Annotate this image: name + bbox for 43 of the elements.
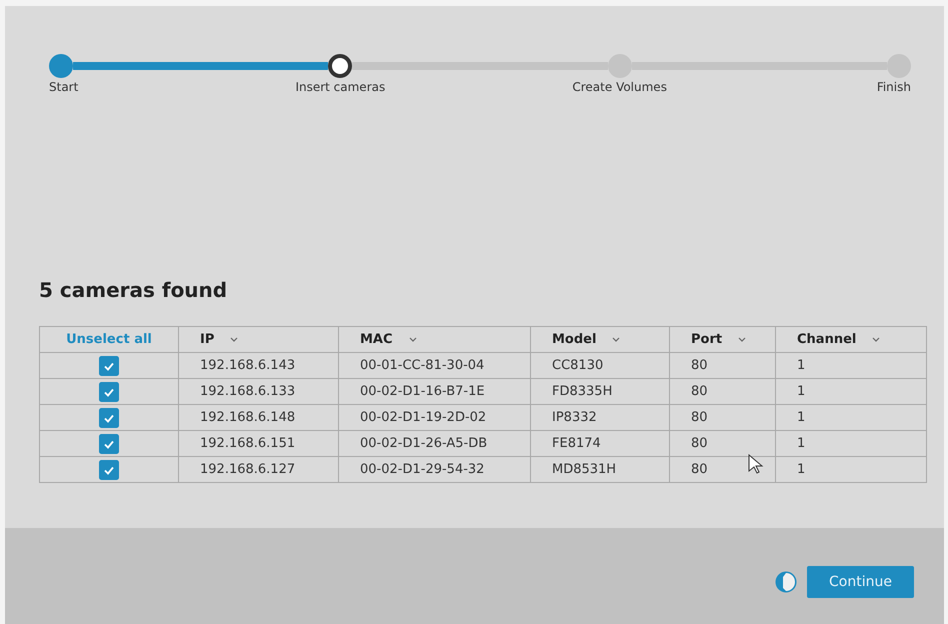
chevron-down-icon — [872, 337, 880, 342]
table-cell: 192.168.6.143 — [178, 352, 338, 378]
row-checkbox[interactable] — [99, 460, 119, 480]
table-cell: 00-02-D1-19-2D-02 — [338, 404, 530, 430]
table-cell: FD8335H — [530, 378, 670, 404]
table-cell: 80 — [670, 430, 776, 456]
table-cell: 00-01-CC-81-30-04 — [338, 352, 530, 378]
table-cell: MD8531H — [530, 456, 670, 482]
chevron-down-icon — [738, 337, 746, 342]
step-label: Create Volumes — [572, 80, 667, 94]
table-cell: 192.168.6.133 — [178, 378, 338, 404]
row-checkbox[interactable] — [99, 408, 119, 428]
row-checkbox[interactable] — [99, 434, 119, 454]
column-header[interactable]: MAC — [360, 332, 417, 347]
table-cell: 80 — [670, 352, 776, 378]
table-cell: 192.168.6.148 — [178, 404, 338, 430]
step-label: Finish — [876, 80, 911, 94]
table-cell: CC8130 — [530, 352, 670, 378]
result-heading: 5 cameras found — [39, 278, 228, 302]
table-cell: 00-02-D1-26-A5-DB — [338, 430, 530, 456]
table-cell: 192.168.6.151 — [178, 430, 338, 456]
mouse-pointer-icon — [748, 454, 764, 474]
table-cell: 80 — [670, 404, 776, 430]
loading-icon — [775, 571, 797, 593]
row-checkbox[interactable] — [99, 356, 119, 376]
row-checkbox[interactable] — [99, 382, 119, 402]
table-cell: 00-02-D1-29-54-32 — [338, 456, 530, 482]
table-cell: IP8332 — [530, 404, 670, 430]
table-cell: 192.168.6.127 — [178, 456, 338, 482]
table-cell: 00-02-D1-16-B7-1E — [338, 378, 530, 404]
table-cell: 1 — [776, 378, 926, 404]
step-label: Insert cameras — [295, 80, 386, 94]
column-header[interactable]: IP — [200, 332, 238, 347]
step-label: Start — [49, 80, 78, 94]
chevron-down-icon — [408, 337, 417, 342]
table-cell: 1 — [776, 352, 926, 378]
table-cell: 1 — [776, 456, 926, 482]
table-cell: 80 — [670, 378, 776, 404]
table-cell: 1 — [776, 404, 926, 430]
chevron-down-icon — [230, 337, 238, 342]
chevron-down-icon — [612, 337, 620, 342]
table-cell: FE8174 — [530, 430, 670, 456]
table-cell: 1 — [776, 430, 926, 456]
